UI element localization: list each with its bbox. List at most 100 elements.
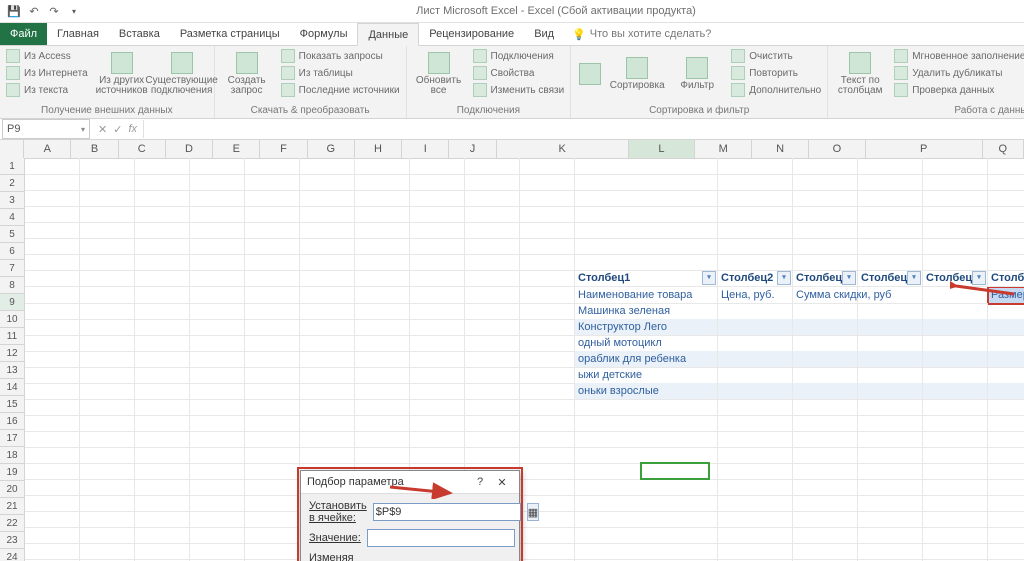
- cell[interactable]: [245, 367, 300, 384]
- cell[interactable]: [135, 319, 190, 336]
- cell[interactable]: [923, 367, 988, 384]
- col-header[interactable]: M: [695, 140, 752, 159]
- cell[interactable]: [793, 206, 858, 223]
- cell[interactable]: [575, 543, 718, 560]
- cell[interactable]: [25, 415, 80, 432]
- cell[interactable]: [190, 511, 245, 528]
- cell[interactable]: [858, 351, 923, 368]
- cell[interactable]: [80, 222, 135, 239]
- cell[interactable]: [988, 238, 1024, 255]
- cell[interactable]: [135, 463, 190, 480]
- cell[interactable]: Столбец3▾: [793, 270, 858, 287]
- cell[interactable]: [988, 463, 1024, 480]
- cell[interactable]: [718, 303, 793, 320]
- cell[interactable]: [988, 447, 1024, 464]
- cell[interactable]: [25, 351, 80, 368]
- cell[interactable]: [858, 399, 923, 416]
- cell[interactable]: [520, 399, 575, 416]
- row-header[interactable]: 16: [0, 413, 25, 430]
- properties-button[interactable]: Свойства: [471, 65, 567, 81]
- cell[interactable]: [793, 543, 858, 560]
- cell[interactable]: [355, 270, 410, 287]
- cell[interactable]: [245, 383, 300, 400]
- cell[interactable]: [465, 158, 520, 175]
- filter-dropdown-icon[interactable]: ▾: [842, 271, 856, 285]
- cell[interactable]: [575, 158, 718, 175]
- cell[interactable]: [355, 319, 410, 336]
- cell[interactable]: [190, 351, 245, 368]
- cell[interactable]: [135, 270, 190, 287]
- cell[interactable]: [300, 367, 355, 384]
- cell[interactable]: [80, 511, 135, 528]
- cell[interactable]: [988, 527, 1024, 544]
- cell[interactable]: [718, 495, 793, 512]
- cell[interactable]: [988, 367, 1024, 384]
- cell[interactable]: [858, 206, 923, 223]
- text-to-columns-button[interactable]: Текст по столбцам: [832, 48, 888, 100]
- cell[interactable]: [465, 270, 520, 287]
- cell[interactable]: [410, 270, 465, 287]
- redo-icon[interactable]: ↷: [46, 3, 62, 19]
- cell[interactable]: [718, 190, 793, 207]
- cell[interactable]: [300, 399, 355, 416]
- cell[interactable]: [575, 447, 718, 464]
- cell[interactable]: [465, 190, 520, 207]
- cell[interactable]: [465, 174, 520, 191]
- cell[interactable]: [858, 254, 923, 271]
- cell[interactable]: [190, 447, 245, 464]
- cell[interactable]: [80, 287, 135, 304]
- sort-button[interactable]: Сортировка: [609, 48, 665, 100]
- cell[interactable]: [190, 431, 245, 448]
- select-all-corner[interactable]: [0, 140, 24, 159]
- cell[interactable]: [300, 415, 355, 432]
- cell[interactable]: [988, 543, 1024, 560]
- tell-me[interactable]: 💡Что вы хотите сделать?: [564, 23, 719, 45]
- formula-input[interactable]: [143, 120, 1024, 138]
- cell[interactable]: [245, 415, 300, 432]
- cell[interactable]: [988, 222, 1024, 239]
- cell[interactable]: [858, 174, 923, 191]
- cell[interactable]: Столбец1▾: [575, 270, 718, 287]
- cell[interactable]: [793, 399, 858, 416]
- cell[interactable]: [190, 238, 245, 255]
- cell[interactable]: [858, 527, 923, 544]
- cell[interactable]: [300, 206, 355, 223]
- cell[interactable]: [300, 222, 355, 239]
- row-header[interactable]: 15: [0, 396, 25, 413]
- cell[interactable]: [575, 431, 718, 448]
- row-header[interactable]: 21: [0, 498, 25, 515]
- cell[interactable]: [793, 319, 858, 336]
- cell[interactable]: [923, 495, 988, 512]
- cell[interactable]: [410, 190, 465, 207]
- cell[interactable]: Столбец4▾: [858, 270, 923, 287]
- cell[interactable]: [300, 351, 355, 368]
- cell[interactable]: [858, 287, 923, 304]
- cell[interactable]: [135, 158, 190, 175]
- cell[interactable]: [858, 319, 923, 336]
- cell[interactable]: [190, 367, 245, 384]
- cell[interactable]: Машинка зеленая: [575, 303, 718, 320]
- cell[interactable]: оньки взрослые: [575, 383, 718, 400]
- cell[interactable]: [80, 190, 135, 207]
- cell[interactable]: [988, 415, 1024, 432]
- cell[interactable]: [923, 174, 988, 191]
- cell[interactable]: [465, 399, 520, 416]
- cell[interactable]: [135, 254, 190, 271]
- cell[interactable]: [923, 158, 988, 175]
- cell[interactable]: [80, 543, 135, 560]
- col-header[interactable]: Q: [983, 140, 1024, 159]
- cell[interactable]: [793, 351, 858, 368]
- qat-dropdown-icon[interactable]: ▾: [66, 3, 82, 19]
- cell[interactable]: [520, 527, 575, 544]
- sort-az-button[interactable]: [575, 48, 605, 100]
- cell[interactable]: [190, 335, 245, 352]
- cell[interactable]: [355, 335, 410, 352]
- cell[interactable]: [923, 206, 988, 223]
- cell[interactable]: [245, 254, 300, 271]
- cell[interactable]: [923, 431, 988, 448]
- cell[interactable]: Цена, руб.: [718, 287, 793, 304]
- cell[interactable]: [575, 463, 718, 480]
- reapply-button[interactable]: Повторить: [729, 65, 823, 81]
- cell[interactable]: [575, 206, 718, 223]
- cell[interactable]: [465, 431, 520, 448]
